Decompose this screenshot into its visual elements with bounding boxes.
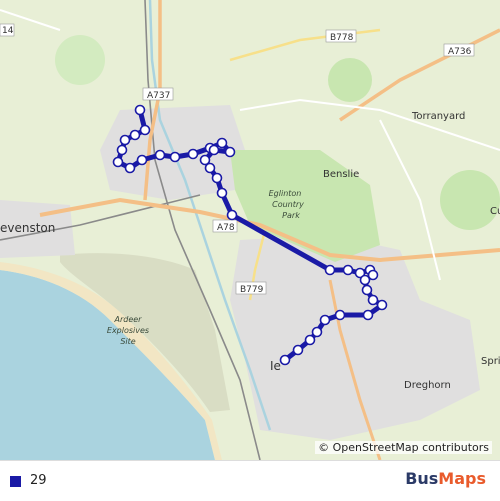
svg-text:A736: A736 bbox=[448, 47, 472, 57]
bus-stop-marker[interactable] bbox=[134, 104, 146, 116]
bus-stop-marker[interactable] bbox=[319, 314, 331, 326]
bus-stop-marker[interactable] bbox=[216, 137, 228, 149]
road-label-14: 14 bbox=[0, 23, 15, 37]
place-label-torranyard: Torranyard bbox=[411, 111, 465, 122]
svg-text:Park: Park bbox=[282, 211, 300, 220]
svg-text:Explosives: Explosives bbox=[107, 326, 149, 335]
bus-stop-marker[interactable] bbox=[362, 309, 374, 321]
svg-text:Ardeer: Ardeer bbox=[114, 315, 143, 324]
road-label-b778: B778 bbox=[325, 29, 357, 43]
bus-stop-marker[interactable] bbox=[154, 149, 166, 161]
svg-text:B778: B778 bbox=[330, 33, 354, 43]
svg-text:A737: A737 bbox=[147, 91, 170, 101]
svg-text:A78: A78 bbox=[217, 223, 235, 233]
brand-part-bus: Bus bbox=[405, 469, 439, 488]
bus-stop-marker[interactable] bbox=[226, 209, 238, 221]
road-label-a736: A736 bbox=[443, 43, 475, 57]
bus-stop-marker[interactable] bbox=[361, 284, 373, 296]
map-attribution[interactable]: © OpenStreetMap contributors bbox=[315, 441, 492, 454]
road-label-a737: A737 bbox=[142, 87, 174, 101]
route-label: 29 bbox=[30, 473, 47, 488]
bus-stop-marker[interactable] bbox=[279, 354, 291, 366]
bus-stop-marker[interactable] bbox=[216, 187, 228, 199]
bus-stop-marker[interactable] bbox=[334, 309, 346, 321]
place-label-benslie: Benslie bbox=[323, 169, 359, 180]
bus-stop-marker[interactable] bbox=[116, 144, 128, 156]
bus-stop-marker[interactable] bbox=[376, 299, 388, 311]
bus-stop-marker[interactable] bbox=[204, 162, 216, 174]
green-patch bbox=[440, 170, 500, 230]
green-patch bbox=[55, 35, 105, 85]
bus-stop-marker[interactable] bbox=[359, 274, 371, 286]
place-label-dreghorn: Dreghorn bbox=[404, 380, 451, 391]
bus-stop-marker[interactable] bbox=[169, 151, 181, 163]
road-label-b779: B779 bbox=[235, 281, 267, 295]
urban-irvine bbox=[230, 235, 480, 440]
bus-stop-marker[interactable] bbox=[119, 134, 131, 146]
bus-stop-marker[interactable] bbox=[129, 129, 141, 141]
bus-stop-marker[interactable] bbox=[208, 144, 220, 156]
road-minor bbox=[239, 98, 500, 151]
map-canvas: 14 B778 A736 A737 A78 B779 Torranyard Be… bbox=[0, 0, 500, 460]
map-view[interactable]: 14 B778 A736 A737 A78 B779 Torranyard Be… bbox=[0, 0, 500, 460]
route-color-swatch bbox=[10, 476, 21, 487]
brand-logo[interactable]: BusMaps bbox=[405, 469, 486, 488]
legend-bar: 29 BusMaps bbox=[0, 460, 500, 501]
bus-stop-marker[interactable] bbox=[112, 156, 124, 168]
place-label-stevenston: evenston bbox=[0, 221, 55, 235]
bus-stop-marker[interactable] bbox=[324, 264, 336, 276]
svg-text:B779: B779 bbox=[240, 285, 264, 295]
bus-stop-marker[interactable] bbox=[139, 124, 151, 136]
svg-text:14: 14 bbox=[2, 26, 14, 36]
place-label-cu: Cu bbox=[490, 206, 500, 217]
brand-part-maps: Maps bbox=[438, 469, 486, 488]
bus-stop-marker[interactable] bbox=[124, 162, 136, 174]
bus-stop-marker[interactable] bbox=[342, 264, 354, 276]
bus-stop-marker[interactable] bbox=[311, 326, 323, 338]
bus-stop-marker[interactable] bbox=[136, 154, 148, 166]
bus-stop-marker[interactable] bbox=[224, 146, 236, 158]
green-patch bbox=[328, 58, 372, 102]
svg-text:Eglinton: Eglinton bbox=[269, 189, 302, 198]
svg-text:Country: Country bbox=[272, 200, 304, 209]
bus-stop-marker[interactable] bbox=[304, 334, 316, 346]
bus-stop-marker[interactable] bbox=[211, 172, 223, 184]
bus-stop-marker[interactable] bbox=[292, 344, 304, 356]
bus-stop-marker[interactable] bbox=[187, 148, 199, 160]
road-label-a78: A78 bbox=[212, 219, 238, 233]
place-label-irvine: Ie bbox=[270, 359, 281, 373]
road-b778 bbox=[229, 28, 381, 62]
svg-text:Site: Site bbox=[120, 337, 135, 346]
place-label-spri: Spri bbox=[481, 356, 500, 367]
bus-stop-marker[interactable] bbox=[367, 294, 379, 306]
